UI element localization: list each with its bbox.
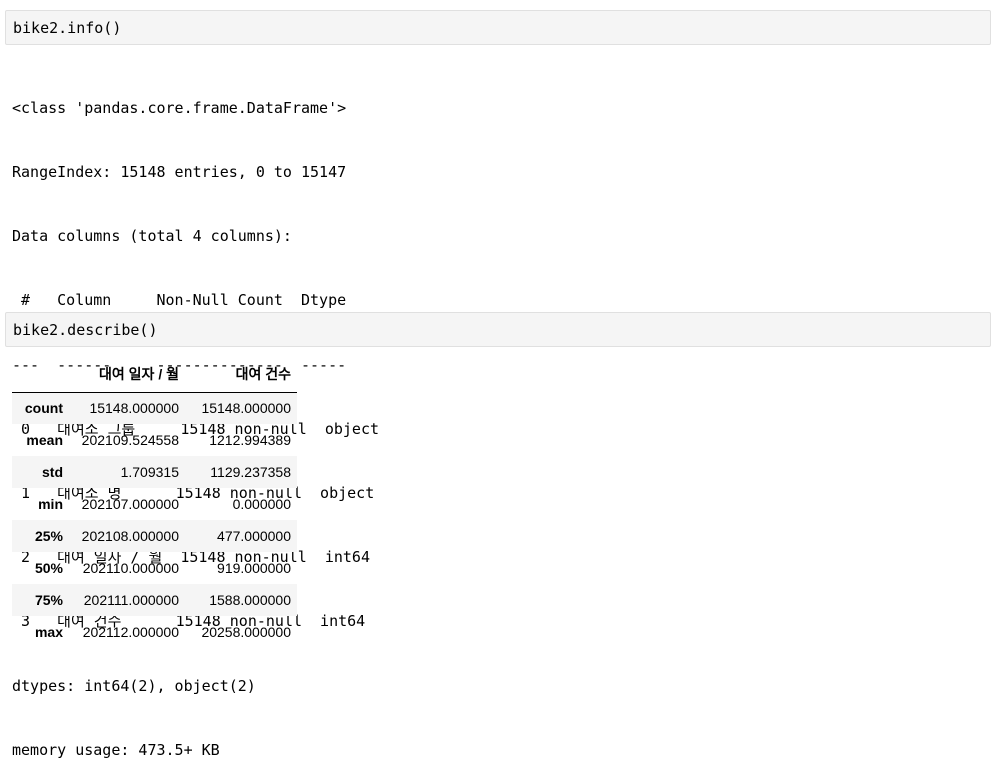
table-cell: 202110.000000 <box>82 560 179 576</box>
output-line: <class 'pandas.core.frame.DataFrame'> <box>12 98 347 117</box>
column-header: 대여 건수 <box>185 356 297 393</box>
row-index: mean <box>26 432 63 448</box>
table-row: mean 202109.524558 1212.994389 <box>12 424 297 456</box>
output-line: RangeIndex: 15148 entries, 0 to 15147 <box>12 163 347 182</box>
table-row: std 1.709315 1129.237358 <box>12 456 297 488</box>
table-cell: 1.709315 <box>120 464 179 480</box>
table-cell: 20258.000000 <box>201 624 291 640</box>
table-cell: 0.000000 <box>232 496 291 512</box>
table-row: min 202107.000000 0.000000 <box>12 488 297 520</box>
table-cell: 477.000000 <box>217 528 291 544</box>
column-header: 대여 일자 / 월 <box>69 356 185 393</box>
output-line: dtypes: int64(2), object(2) <box>12 676 256 695</box>
table-cell: 1212.994389 <box>209 432 291 448</box>
table-cell: 202107.000000 <box>81 496 179 512</box>
row-index: count <box>24 400 63 417</box>
table-row: 25% 202108.000000 477.000000 <box>12 520 297 552</box>
table-cell: 202112.000000 <box>82 624 179 640</box>
table-cell: 202111.000000 <box>83 592 179 608</box>
table-cell: 1129.237358 <box>210 464 291 480</box>
table-row: 75% 202111.000000 1588.000000 <box>12 584 297 616</box>
output-line: Data columns (total 4 columns): <box>12 227 292 246</box>
row-index: 25% <box>34 528 63 544</box>
table-cell: 1588.000000 <box>209 592 291 608</box>
code-cell-describe[interactable]: bike2.describe() <box>5 312 991 347</box>
row-index: max <box>34 624 63 640</box>
table-cell: 919.000000 <box>217 560 291 576</box>
row-index: std <box>42 464 63 480</box>
table-header-row: 대여 일자 / 월 대여 건수 <box>12 356 297 393</box>
index-header <box>12 356 69 393</box>
table-row: count 15148.000000 15148.000000 <box>12 392 297 424</box>
row-index: 75% <box>34 592 63 608</box>
table-cell: 202109.524558 <box>81 432 179 448</box>
output-line: memory usage: 473.5+ KB <box>12 740 220 759</box>
code-cell-info[interactable]: bike2.info() <box>5 10 991 45</box>
table-row: max 202112.000000 20258.000000 <box>12 616 297 648</box>
describe-table: 대여 일자 / 월 대여 건수 count 15148.000000 15148… <box>12 356 297 648</box>
row-index: 50% <box>34 560 63 576</box>
code-text: bike2.describe() <box>13 320 158 339</box>
output-line: # Column Non-Null Count Dtype <box>12 291 356 310</box>
table-cell: 15148.000000 <box>89 400 179 417</box>
table-cell: 15148.000000 <box>201 400 291 417</box>
row-index: min <box>38 496 63 512</box>
table-cell: 202108.000000 <box>81 528 179 544</box>
code-text: bike2.info() <box>13 18 122 37</box>
table-row: 50% 202110.000000 919.000000 <box>12 552 297 584</box>
